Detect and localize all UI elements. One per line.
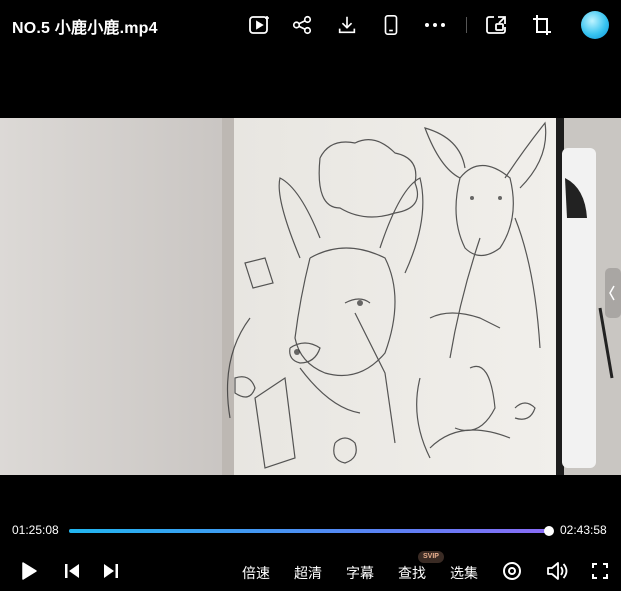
sketchbook-deer-drawing (0, 118, 621, 475)
fullscreen-icon[interactable] (588, 559, 612, 583)
volume-icon[interactable] (545, 559, 569, 583)
progress-row: 01:25:08 02:43:58 (0, 518, 621, 542)
crop-icon[interactable] (529, 12, 555, 38)
progress-fill (69, 529, 549, 533)
total-time: 02:43:58 (560, 523, 607, 537)
progress-track[interactable] (69, 526, 554, 536)
record-icon[interactable] (500, 559, 524, 583)
previous-icon[interactable] (60, 559, 84, 583)
toolbar-divider (466, 17, 467, 33)
more-icon[interactable] (422, 12, 448, 38)
top-bar: NO.5 小鹿小鹿.mp4 (0, 0, 621, 50)
progress-knob[interactable] (543, 526, 554, 536)
quality-button[interactable]: 超清 (294, 563, 322, 583)
phone-icon[interactable] (378, 12, 404, 38)
control-bar: 倍速 超清 字幕 查找 选集 (0, 556, 621, 586)
avatar[interactable] (581, 11, 609, 39)
current-time: 01:25:08 (12, 523, 59, 537)
video-title: NO.5 小鹿小鹿.mp4 (12, 20, 158, 37)
share-icon[interactable] (289, 12, 315, 38)
download-icon[interactable] (334, 12, 360, 38)
subtitle-button[interactable]: 字幕 (346, 563, 374, 583)
speed-button[interactable]: 倍速 (242, 563, 270, 583)
search-button[interactable]: 查找 (398, 563, 426, 583)
next-icon[interactable] (99, 559, 123, 583)
episodes-button[interactable]: 选集 (450, 563, 478, 583)
video-frame[interactable] (0, 118, 621, 475)
play-icon[interactable] (17, 559, 41, 583)
video-plus-icon[interactable] (246, 12, 272, 38)
svip-badge: SVIP (418, 551, 444, 563)
pip-icon[interactable] (483, 12, 509, 38)
